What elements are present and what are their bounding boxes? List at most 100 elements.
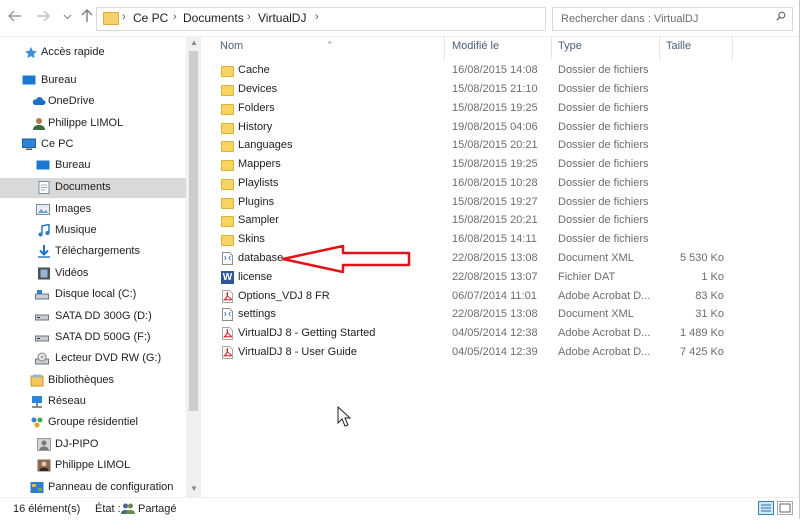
details-view-button[interactable] — [758, 501, 774, 515]
nav-drive-d[interactable]: SATA DD 300G (D:) — [0, 307, 186, 327]
nav-user-philippe-2[interactable]: Philippe LIMOL — [0, 456, 186, 476]
breadcrumb-separator-icon[interactable]: › — [315, 11, 319, 23]
pdf-file-icon — [222, 290, 233, 303]
up-button[interactable] — [78, 9, 96, 27]
file-row[interactable]: Sampler 15/08/2015 20:21 Dossier de fich… — [217, 212, 729, 230]
file-modified: 22/08/2015 13:08 — [452, 308, 538, 320]
file-row[interactable]: Mappers 15/08/2015 19:25 Dossier de fich… — [217, 156, 729, 174]
column-header-type[interactable]: Type — [558, 40, 582, 52]
column-header-name[interactable]: Nom — [220, 40, 243, 52]
folder-icon — [221, 85, 234, 96]
file-row[interactable]: History 19/08/2015 04:06 Dossier de fich… — [217, 119, 729, 137]
nav-onedrive[interactable]: OneDrive — [0, 92, 186, 112]
column-header-modified[interactable]: Modifié le — [452, 40, 499, 52]
nav-libraries[interactable]: Bibliothèques — [0, 371, 186, 391]
file-row[interactable]: VirtualDJ 8 - User Guide 04/05/2014 12:3… — [217, 344, 729, 362]
nav-label: Accès rapide — [41, 46, 105, 58]
file-name: Playlists — [238, 177, 279, 189]
back-button[interactable] — [6, 9, 24, 27]
navigation-scrollbar[interactable]: ▲ ▼ — [186, 37, 201, 497]
nav-label: Bibliothèques — [48, 374, 115, 386]
recent-locations-button[interactable] — [58, 9, 76, 27]
nav-this-pc[interactable]: Ce PC — [0, 135, 186, 155]
shared-users-icon — [121, 503, 135, 514]
file-row[interactable]: settings 22/08/2015 13:08 Document XML 3… — [217, 306, 729, 324]
network-icon — [32, 396, 42, 408]
desktop-icon — [22, 75, 36, 85]
user-icon — [33, 118, 45, 130]
forward-button[interactable] — [34, 9, 52, 27]
search-box[interactable] — [552, 7, 793, 31]
search-input[interactable] — [559, 10, 763, 28]
nav-network[interactable]: Réseau — [0, 392, 186, 412]
file-name: Devices — [238, 83, 278, 95]
breadcrumb-separator-icon[interactable]: › — [247, 11, 251, 23]
file-row[interactable]: Plugins 15/08/2015 19:27 Dossier de fich… — [217, 194, 729, 212]
file-row[interactable]: Options_VDJ 8 FR 06/07/2014 11:01 Adobe … — [217, 288, 729, 306]
file-name: Mappers — [238, 158, 281, 170]
nav-user-dj-pipo[interactable]: DJ-PIPO — [0, 435, 186, 455]
folder-icon — [103, 12, 119, 25]
file-row[interactable]: Skins 16/08/2015 14:11 Dossier de fichie… — [217, 231, 729, 249]
column-header-size[interactable]: Taille — [666, 40, 691, 52]
nav-label: Disque local (C:) — [55, 288, 137, 300]
file-row[interactable]: W license 22/08/2015 13:07 Fichier DAT 1… — [217, 269, 729, 287]
file-modified: 04/05/2014 12:38 — [452, 327, 538, 339]
file-row[interactable]: Languages 15/08/2015 20:21 Dossier de fi… — [217, 137, 729, 155]
file-row[interactable]: Devices 15/08/2015 21:10 Dossier de fich… — [217, 81, 729, 99]
nav-homegroup[interactable]: Groupe résidentiel — [0, 413, 186, 433]
nav-drive-f[interactable]: SATA DD 500G (F:) — [0, 328, 186, 348]
nav-user-philippe[interactable]: Philippe LIMOL — [0, 114, 186, 134]
nav-downloads[interactable]: Téléchargements — [0, 242, 186, 262]
nav-music[interactable]: Musique — [0, 221, 186, 241]
column-headers: ⌃ Nom Modifié le Type Taille — [201, 37, 800, 59]
file-modified: 16/08/2015 14:08 — [452, 64, 538, 76]
nav-documents[interactable]: Documents — [0, 178, 186, 198]
nav-drive-c[interactable]: Disque local (C:) — [0, 285, 186, 305]
file-row[interactable]: database 22/08/2015 13:08 Document XML 5… — [217, 250, 729, 268]
breadcrumb-virtualdj[interactable]: VirtualDJ — [258, 11, 306, 25]
file-row[interactable]: Playlists 16/08/2015 10:28 Dossier de fi… — [217, 175, 729, 193]
breadcrumb-separator-icon[interactable]: › — [122, 11, 126, 23]
scroll-down-icon[interactable]: ▼ — [190, 484, 198, 493]
nav-label: Réseau — [48, 395, 86, 407]
file-modified: 15/08/2015 19:27 — [452, 196, 538, 208]
file-type: Dossier de fichiers — [558, 83, 649, 95]
file-row[interactable]: Folders 15/08/2015 19:25 Dossier de fich… — [217, 100, 729, 118]
scrollbar-thumb[interactable] — [189, 51, 198, 411]
large-icons-view-button[interactable] — [777, 501, 793, 515]
column-divider[interactable] — [551, 37, 552, 59]
folder-icon — [221, 123, 234, 134]
pdf-file-icon — [222, 346, 233, 359]
nav-images[interactable]: Images — [0, 200, 186, 220]
nav-desktop[interactable]: Bureau — [0, 71, 186, 91]
sort-ascending-icon: ⌃ — [326, 40, 334, 50]
nav-label: SATA DD 500G (F:) — [55, 331, 151, 343]
nav-label: Groupe résidentiel — [48, 416, 138, 428]
search-icon[interactable] — [776, 11, 786, 21]
breadcrumb-separator-icon[interactable]: › — [173, 11, 177, 23]
column-divider[interactable] — [732, 37, 733, 59]
file-name: database — [238, 252, 284, 264]
breadcrumb-documents[interactable]: Documents — [183, 11, 244, 25]
file-type: Dossier de fichiers — [558, 121, 649, 133]
column-divider[interactable] — [444, 37, 445, 59]
column-divider[interactable] — [659, 37, 660, 59]
address-bar[interactable]: › Ce PC › Documents › VirtualDJ › ↻ — [96, 7, 640, 31]
file-modified: 04/05/2014 12:39 — [452, 346, 538, 358]
nav-label: Musique — [55, 224, 97, 236]
scroll-up-icon[interactable]: ▲ — [190, 38, 198, 47]
nav-dvd-g[interactable]: Lecteur DVD RW (G:) — [0, 349, 186, 369]
nav-videos[interactable]: Vidéos — [0, 264, 186, 284]
nav-quick-access[interactable]: Accès rapide — [0, 43, 186, 63]
breadcrumb-ce-pc[interactable]: Ce PC — [133, 11, 168, 25]
pdf-file-icon — [222, 327, 233, 340]
folder-icon — [221, 198, 234, 209]
file-row[interactable]: VirtualDJ 8 - Getting Started 04/05/2014… — [217, 325, 729, 343]
nav-label: Documents — [55, 181, 111, 193]
nav-control-panel[interactable]: Panneau de configuration — [0, 478, 186, 498]
nav-pc-desktop[interactable]: Bureau — [0, 156, 186, 176]
file-row[interactable]: Cache 16/08/2015 14:08 Dossier de fichie… — [217, 62, 729, 80]
file-type: Fichier DAT — [558, 271, 616, 283]
xml-file-icon — [222, 252, 233, 265]
